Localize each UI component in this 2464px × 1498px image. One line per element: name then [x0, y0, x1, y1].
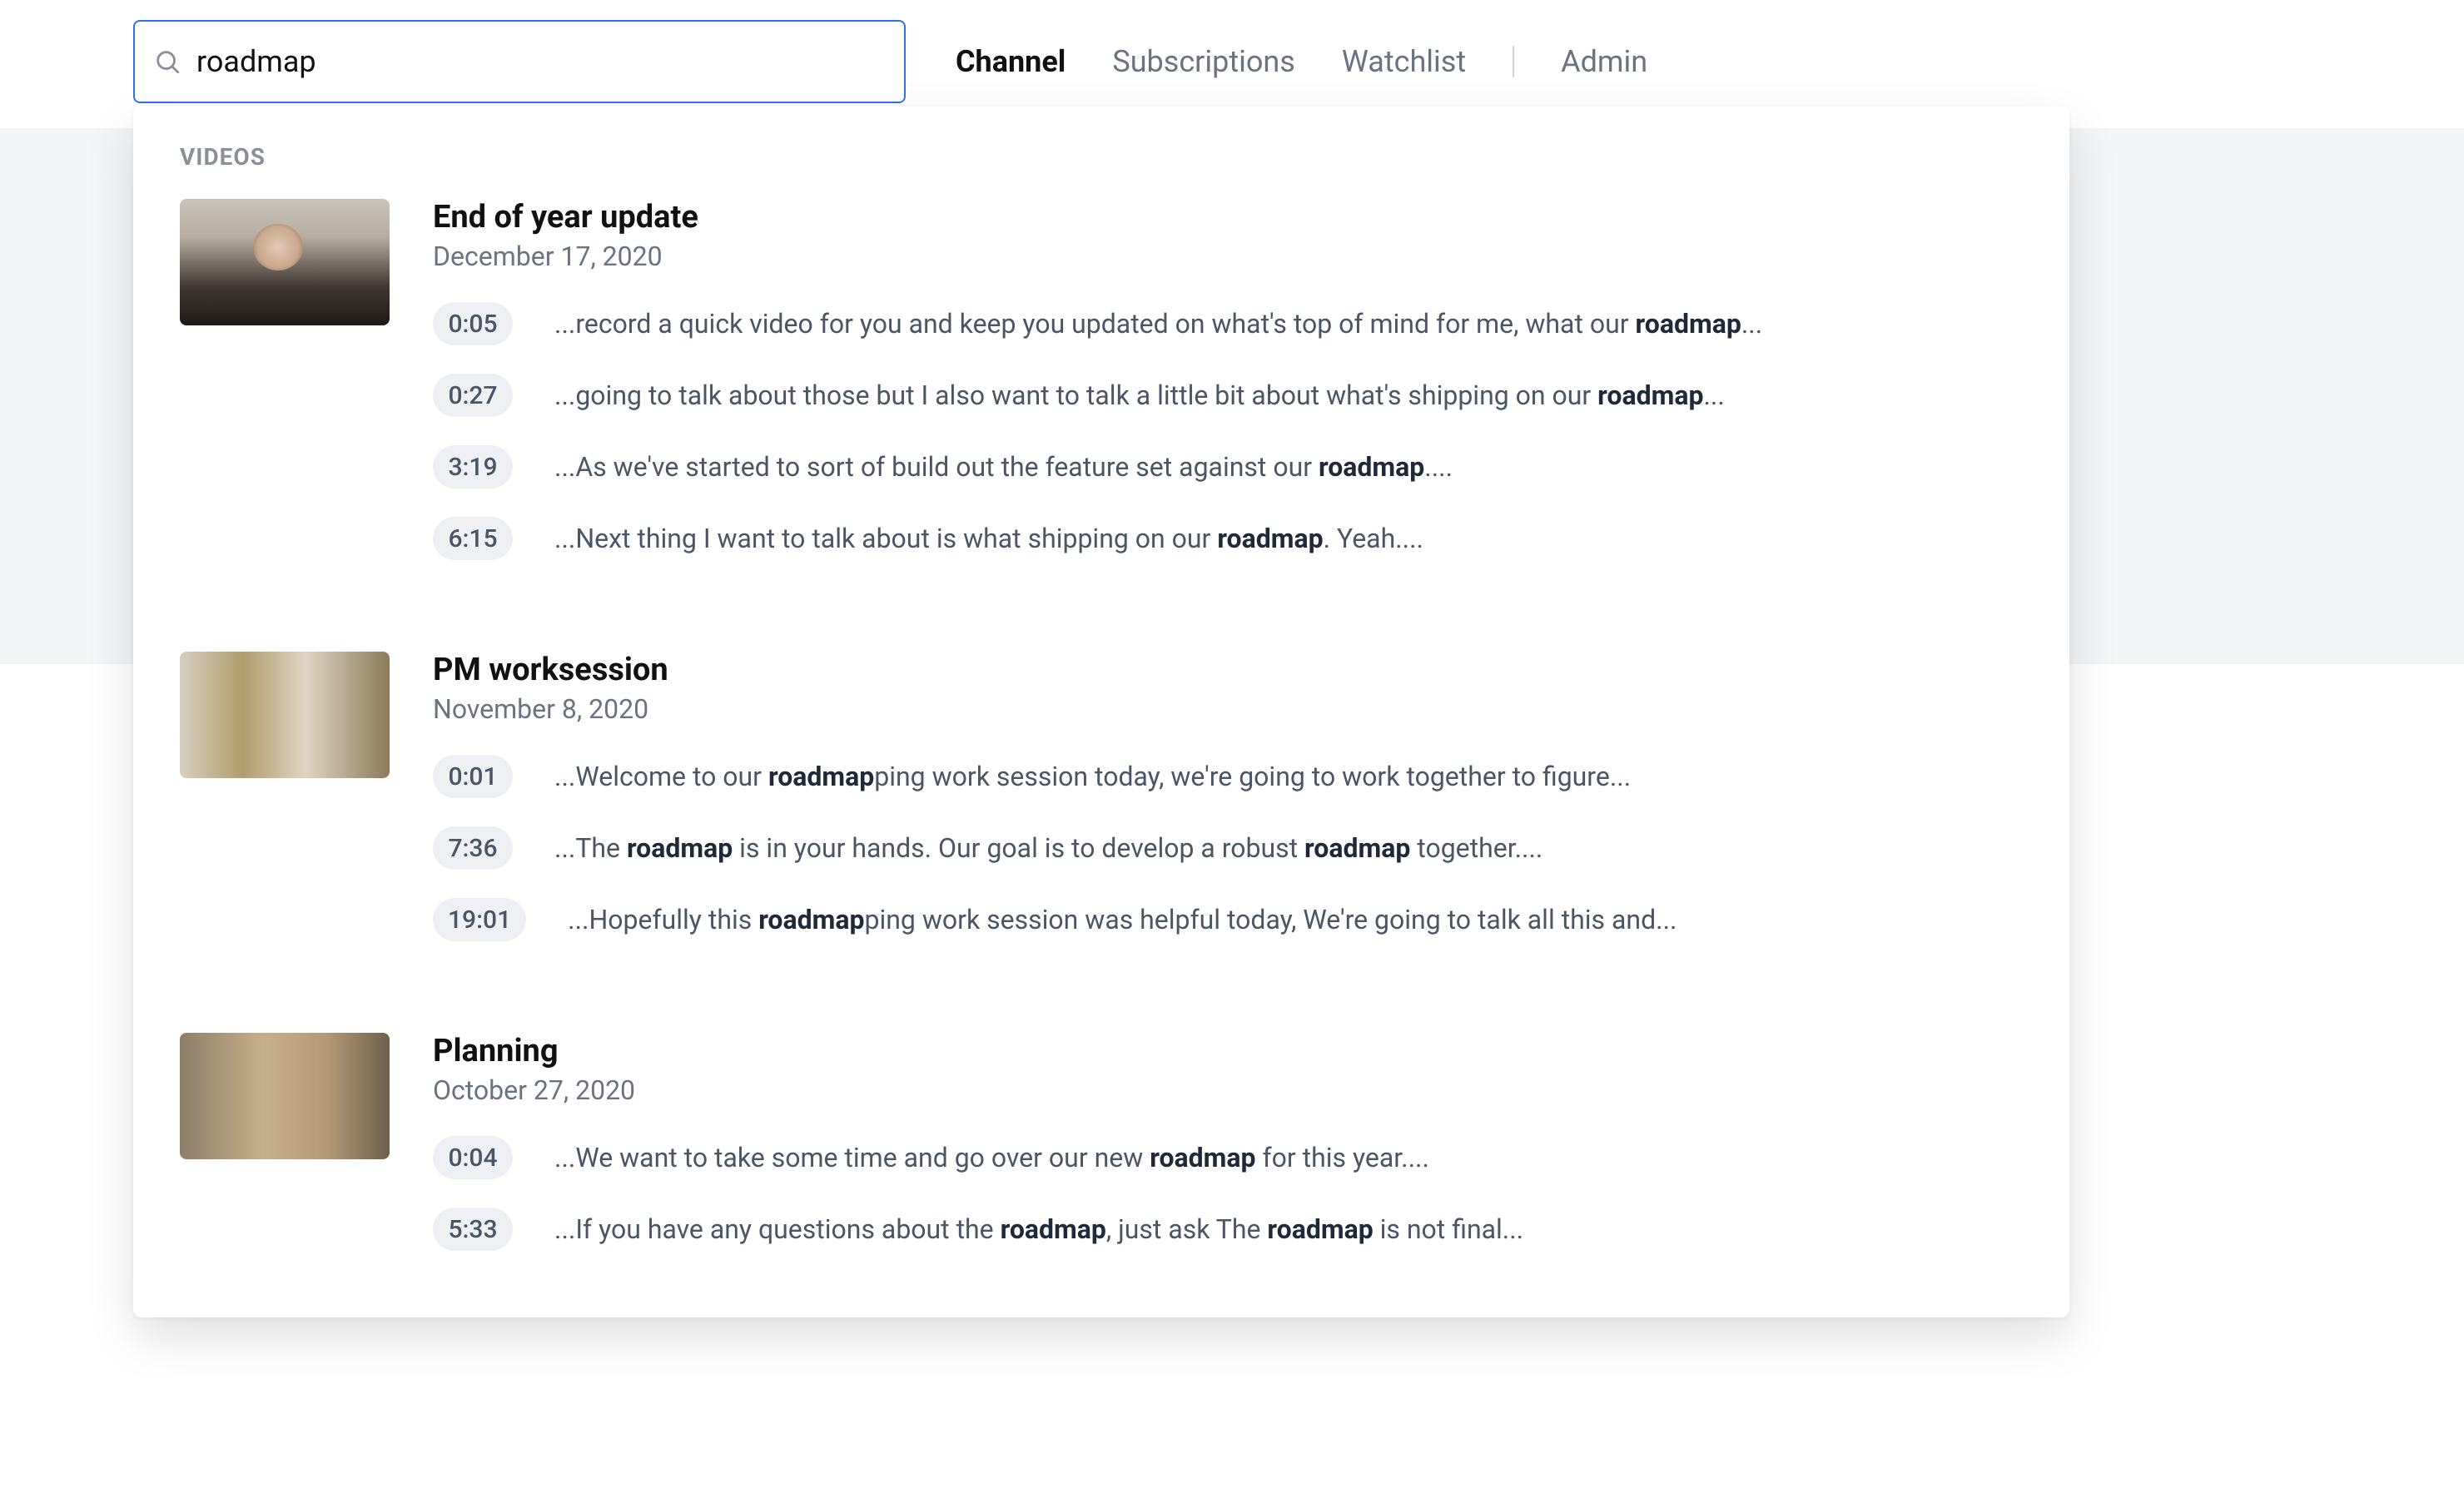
video-thumbnail[interactable] — [180, 652, 390, 778]
video-date: December 17, 2020 — [433, 241, 2023, 272]
timestamp-pill[interactable]: 19:01 — [433, 898, 526, 941]
videos-list: End of year update December 17, 2020 0:05.… — [180, 199, 2023, 1251]
excerpt-text: ...If you have any questions about the r… — [554, 1213, 1523, 1245]
main-nav: Channel Subscriptions Watchlist Admin — [956, 44, 1647, 79]
excerpt-text: ...going to talk about those but I also … — [554, 379, 1725, 411]
video-result[interactable]: PM worksession November 8, 2020 0:01 ...Wel… — [180, 652, 2023, 941]
video-title[interactable]: PM worksession — [433, 652, 2023, 688]
video-result[interactable]: End of year update December 17, 2020 0:05.… — [180, 199, 2023, 560]
search-input[interactable] — [196, 44, 886, 79]
nav-watchlist[interactable]: Watchlist — [1342, 44, 1466, 79]
timestamp-pill[interactable]: 5:33 — [433, 1208, 513, 1251]
nav-separator — [1513, 46, 1514, 77]
video-date: November 8, 2020 — [433, 693, 2023, 725]
search-results-dropdown: VIDEOS End of year update December 17, 20… — [133, 107, 2069, 1317]
transcript-excerpt-row[interactable]: 0:01 ...Welcome to our roadmapping work s… — [433, 755, 2023, 798]
video-thumbnail[interactable] — [180, 199, 390, 325]
transcript-excerpt-row[interactable]: 3:19 ...As we've started to sort of build… — [433, 445, 2023, 489]
nav-channel[interactable]: Channel — [956, 44, 1066, 79]
excerpt-text: ...We want to take some time and go over… — [554, 1142, 1429, 1173]
top-header: Channel Subscriptions Watchlist Admin — [0, 0, 2464, 103]
search-icon — [153, 47, 181, 76]
timestamp-pill[interactable]: 0:05 — [433, 302, 513, 345]
timestamp-pill[interactable]: 0:01 — [433, 755, 513, 798]
transcript-excerpt-row[interactable]: 0:27 ...going to talk about those but I a… — [433, 374, 2023, 417]
video-thumbnail[interactable] — [180, 1033, 390, 1159]
transcript-excerpt-row[interactable]: 6:15 ...Next thing I want to talk about i… — [433, 517, 2023, 560]
excerpt-text: ...Welcome to our roadmapping work sessi… — [554, 761, 1631, 792]
transcript-excerpt-row[interactable]: 0:04 ...We want to take some time and go … — [433, 1136, 2023, 1179]
timestamp-pill[interactable]: 6:15 — [433, 517, 513, 560]
transcript-excerpt-row[interactable]: 5:33 ...If you have any questions about t… — [433, 1208, 2023, 1251]
excerpt-text: ...record a quick video for you and keep… — [554, 308, 1762, 340]
timestamp-pill[interactable]: 0:04 — [433, 1136, 513, 1179]
transcript-excerpt-row[interactable]: 19:01 ...Hopefully this roadmapping work … — [433, 898, 2023, 941]
transcript-excerpt-row[interactable]: 7:36 ...The roadmap is in your hands. Our… — [433, 826, 2023, 870]
excerpt-text: ...As we've started to sort of build out… — [554, 451, 1453, 483]
video-result[interactable]: Planning October 27, 2020 0:04 ...We want t… — [180, 1033, 2023, 1251]
excerpt-text: ...Next thing I want to talk about is wh… — [554, 523, 1423, 554]
video-title[interactable]: End of year update — [433, 199, 2023, 236]
video-title[interactable]: Planning — [433, 1033, 2023, 1069]
results-section-label: VIDEOS — [180, 143, 2023, 171]
timestamp-pill[interactable]: 3:19 — [433, 445, 513, 489]
timestamp-pill[interactable]: 7:36 — [433, 826, 513, 870]
video-body: End of year update December 17, 2020 0:05.… — [433, 199, 2023, 560]
video-date: October 27, 2020 — [433, 1074, 2023, 1106]
excerpt-text: ...The roadmap is in your hands. Our goa… — [554, 832, 1542, 864]
timestamp-pill[interactable]: 0:27 — [433, 374, 513, 417]
excerpt-text: ...Hopefully this roadmapping work sessi… — [568, 904, 1677, 935]
transcript-excerpt-row[interactable]: 0:05 ...record a quick video for you and … — [433, 302, 2023, 345]
video-body: PM worksession November 8, 2020 0:01 ...Wel… — [433, 652, 2023, 941]
video-body: Planning October 27, 2020 0:04 ...We want t… — [433, 1033, 2023, 1251]
nav-subscriptions[interactable]: Subscriptions — [1112, 44, 1295, 79]
nav-admin[interactable]: Admin — [1561, 44, 1647, 79]
search-field[interactable] — [133, 20, 906, 103]
